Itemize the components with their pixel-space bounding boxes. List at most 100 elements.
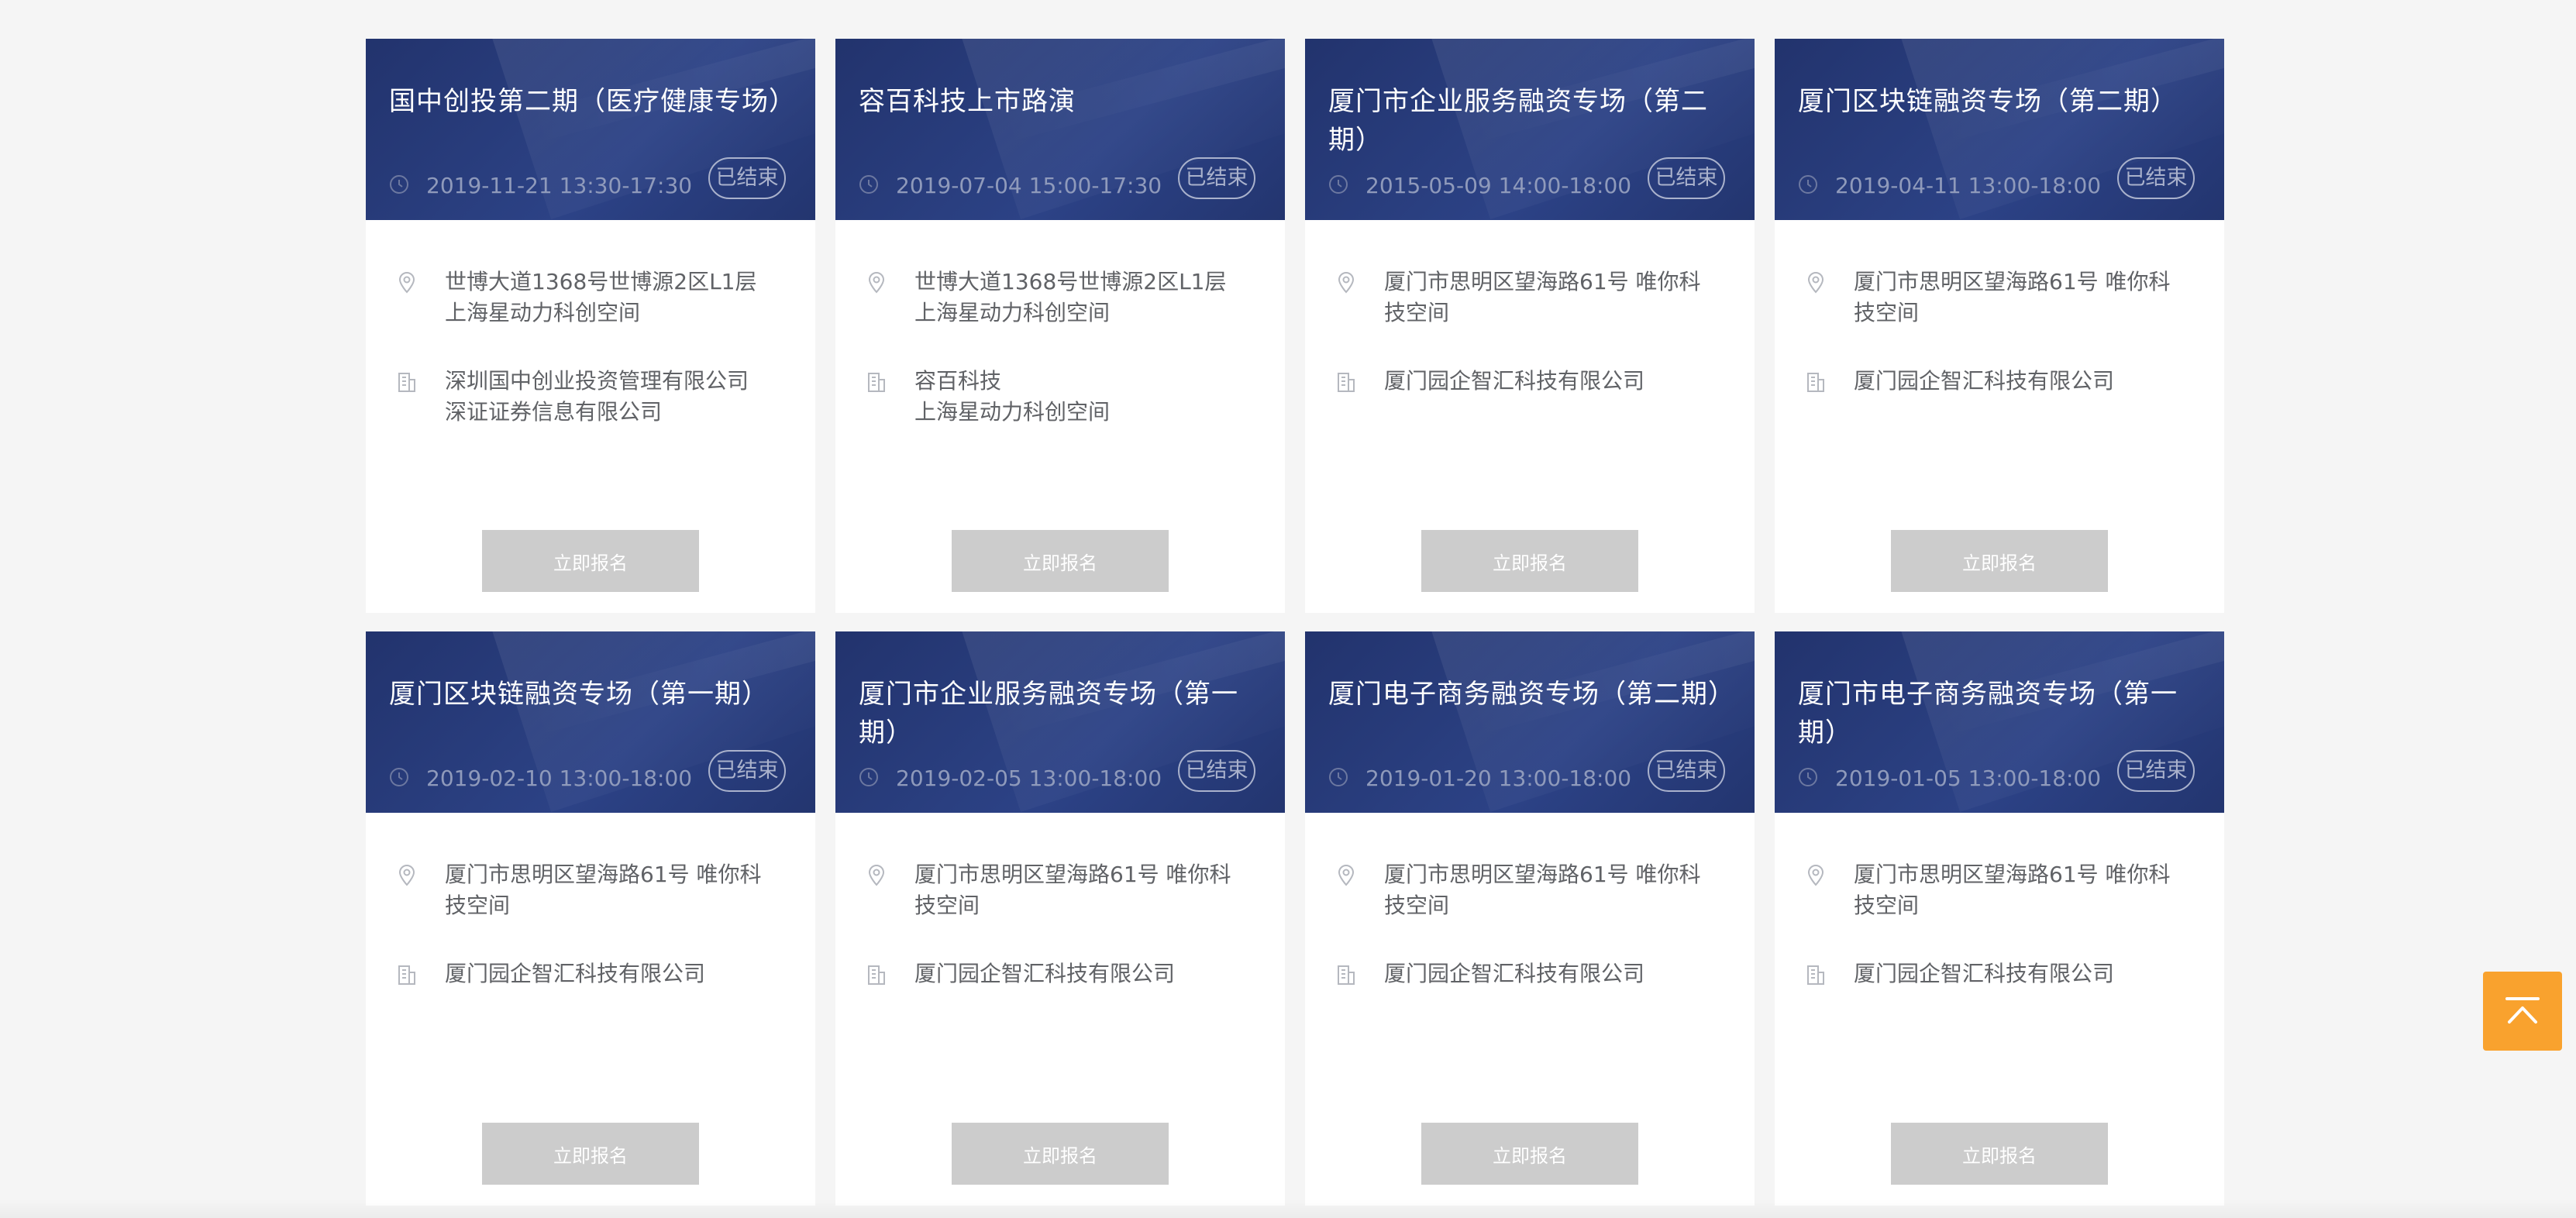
event-card-header: 厦门电子商务融资专场（第二期） 2019-01-20 13:00-18:00 已… <box>1305 631 1755 813</box>
event-organizer: 深圳国中创业投资管理有限公司 深证证券信息有限公司 <box>445 368 749 425</box>
clock-icon <box>1799 175 1817 194</box>
event-title[interactable]: 厦门市电子商务融资专场（第一期） <box>1798 675 2193 752</box>
event-card-body: 厦门市思明区望海路61号 唯你科技空间 厦门园企智汇科技有限公司 立即报名 <box>366 813 815 1206</box>
back-to-top-button[interactable] <box>2483 972 2562 1051</box>
signup-button[interactable]: 立即报名 <box>1421 1123 1638 1185</box>
event-organizer: 厦门园企智汇科技有限公司 <box>1854 368 2115 394</box>
building-icon <box>868 373 885 392</box>
clock-icon <box>390 175 408 194</box>
event-card-grid: 国中创投第二期（医疗健康专场） 2019-11-21 13:30-17:30 已… <box>366 39 2224 1206</box>
clock-icon <box>1799 768 1817 786</box>
event-card-body: 世博大道1368号世博源2区L1层上海星动力科创空间 容百科技 上海星动力科创空… <box>835 220 1285 613</box>
event-card-header: 厦门区块链融资专场（第二期） 2019-04-11 13:00-18:00 已结… <box>1775 39 2224 220</box>
event-address: 厦门市思明区望海路61号 唯你科技空间 <box>1854 862 2171 918</box>
event-address: 世博大道1368号世博源2区L1层上海星动力科创空间 <box>914 269 1227 325</box>
event-time: 2019-01-20 13:00-18:00 <box>1365 766 1632 791</box>
event-card[interactable]: 厦门区块链融资专场（第二期） 2019-04-11 13:00-18:00 已结… <box>1775 39 2224 613</box>
event-card-body: 厦门市思明区望海路61号 唯你科技空间 厦门园企智汇科技有限公司 立即报名 <box>1775 220 2224 613</box>
clock-icon <box>1329 768 1348 786</box>
event-time: 2015-05-09 14:00-18:00 <box>1365 173 1632 198</box>
event-title[interactable]: 厦门电子商务融资专场（第二期） <box>1328 675 1734 714</box>
location-pin-icon <box>868 272 885 294</box>
location-pin-icon <box>398 865 415 886</box>
event-card-body: 世博大道1368号世博源2区L1层上海星动力科创空间 深圳国中创业投资管理有限公… <box>366 220 815 613</box>
location-pin-icon <box>1338 272 1355 294</box>
page-bottom-shadow <box>0 1199 2576 1218</box>
clock-icon <box>1329 175 1348 194</box>
event-title[interactable]: 容百科技上市路演 <box>859 82 1254 121</box>
status-badge: 已结束 <box>708 750 786 792</box>
event-card-header: 国中创投第二期（医疗健康专场） 2019-11-21 13:30-17:30 已… <box>366 39 815 220</box>
signup-button[interactable]: 立即报名 <box>952 1123 1169 1185</box>
building-icon <box>398 965 415 985</box>
building-icon <box>1807 965 1824 985</box>
location-pin-icon <box>868 865 885 886</box>
event-address: 厦门市思明区望海路61号 唯你科技空间 <box>1384 269 1701 325</box>
clock-icon <box>390 768 408 786</box>
location-pin-icon <box>1338 865 1355 886</box>
event-title[interactable]: 厦门区块链融资专场（第二期） <box>1798 82 2193 121</box>
signup-button[interactable]: 立即报名 <box>952 530 1169 592</box>
building-icon <box>868 965 885 985</box>
event-card-body: 厦门市思明区望海路61号 唯你科技空间 厦门园企智汇科技有限公司 立即报名 <box>1775 813 2224 1206</box>
event-time: 2019-07-04 15:00-17:30 <box>896 173 1162 198</box>
status-badge: 已结束 <box>2117 157 2195 199</box>
event-card[interactable]: 厦门市电子商务融资专场（第一期） 2019-01-05 13:00-18:00 … <box>1775 631 2224 1206</box>
status-badge: 已结束 <box>1178 157 1255 199</box>
event-card-body: 厦门市思明区望海路61号 唯你科技空间 厦门园企智汇科技有限公司 立即报名 <box>1305 220 1755 613</box>
building-icon <box>1807 373 1824 392</box>
building-icon <box>398 373 415 392</box>
event-address: 厦门市思明区望海路61号 唯你科技空间 <box>914 862 1231 918</box>
event-card-body: 厦门市思明区望海路61号 唯你科技空间 厦门园企智汇科技有限公司 立即报名 <box>835 813 1285 1206</box>
event-organizer: 厦门园企智汇科技有限公司 <box>1384 368 1645 394</box>
event-address: 厦门市思明区望海路61号 唯你科技空间 <box>445 862 762 918</box>
event-time: 2019-02-05 13:00-18:00 <box>896 766 1162 791</box>
event-card-header: 厦门市电子商务融资专场（第一期） 2019-01-05 13:00-18:00 … <box>1775 631 2224 813</box>
event-organizer: 厦门园企智汇科技有限公司 <box>914 961 1176 986</box>
event-card[interactable]: 厦门市企业服务融资专场（第二期） 2015-05-09 14:00-18:00 … <box>1305 39 1755 613</box>
building-icon <box>1338 965 1355 985</box>
status-badge: 已结束 <box>708 157 786 199</box>
event-time: 2019-01-05 13:00-18:00 <box>1835 766 2102 791</box>
clock-icon <box>859 175 878 194</box>
event-card[interactable]: 厦门电子商务融资专场（第二期） 2019-01-20 13:00-18:00 已… <box>1305 631 1755 1206</box>
signup-button[interactable]: 立即报名 <box>1891 1123 2108 1185</box>
event-time: 2019-04-11 13:00-18:00 <box>1835 173 2102 198</box>
status-badge: 已结束 <box>1178 750 1255 792</box>
event-card-header: 厦门市企业服务融资专场（第一期） 2019-02-05 13:00-18:00 … <box>835 631 1285 813</box>
event-card[interactable]: 容百科技上市路演 2019-07-04 15:00-17:30 已结束 世博大道… <box>835 39 1285 613</box>
event-organizer: 容百科技 上海星动力科创空间 <box>914 368 1111 425</box>
event-address: 厦门市思明区望海路61号 唯你科技空间 <box>1854 269 2171 325</box>
building-icon <box>1338 373 1355 392</box>
signup-button[interactable]: 立即报名 <box>1891 530 2108 592</box>
event-organizer: 厦门园企智汇科技有限公司 <box>1854 961 2115 986</box>
status-badge: 已结束 <box>1648 157 1725 199</box>
location-pin-icon <box>398 272 415 294</box>
event-organizer: 厦门园企智汇科技有限公司 <box>445 961 706 986</box>
event-card-header: 容百科技上市路演 2019-07-04 15:00-17:30 已结束 <box>835 39 1285 220</box>
event-title[interactable]: 厦门市企业服务融资专场（第二期） <box>1328 82 1724 160</box>
event-card[interactable]: 厦门区块链融资专场（第一期） 2019-02-10 13:00-18:00 已结… <box>366 631 815 1206</box>
location-pin-icon <box>1807 865 1824 886</box>
event-title[interactable]: 厦门区块链融资专场（第一期） <box>389 675 784 714</box>
status-badge: 已结束 <box>2117 750 2195 792</box>
event-organizer: 厦门园企智汇科技有限公司 <box>1384 961 1645 986</box>
signup-button[interactable]: 立即报名 <box>482 530 699 592</box>
event-card[interactable]: 国中创投第二期（医疗健康专场） 2019-11-21 13:30-17:30 已… <box>366 39 815 613</box>
signup-button[interactable]: 立即报名 <box>1421 530 1638 592</box>
event-card-header: 厦门区块链融资专场（第一期） 2019-02-10 13:00-18:00 已结… <box>366 631 815 813</box>
event-address: 世博大道1368号世博源2区L1层上海星动力科创空间 <box>445 269 757 325</box>
event-card[interactable]: 厦门市企业服务融资专场（第一期） 2019-02-05 13:00-18:00 … <box>835 631 1285 1206</box>
status-badge: 已结束 <box>1648 750 1725 792</box>
event-card-header: 厦门市企业服务融资专场（第二期） 2015-05-09 14:00-18:00 … <box>1305 39 1755 220</box>
event-card-body: 厦门市思明区望海路61号 唯你科技空间 厦门园企智汇科技有限公司 立即报名 <box>1305 813 1755 1206</box>
arrow-up-to-top-icon <box>2505 997 2540 1024</box>
signup-button[interactable]: 立即报名 <box>482 1123 699 1185</box>
event-address: 厦门市思明区望海路61号 唯你科技空间 <box>1384 862 1701 918</box>
clock-icon <box>859 768 878 786</box>
event-time: 2019-11-21 13:30-17:30 <box>426 173 693 198</box>
event-title[interactable]: 国中创投第二期（医疗健康专场） <box>389 82 795 121</box>
event-title[interactable]: 厦门市企业服务融资专场（第一期） <box>859 675 1254 752</box>
event-time: 2019-02-10 13:00-18:00 <box>426 766 693 791</box>
location-pin-icon <box>1807 272 1824 294</box>
